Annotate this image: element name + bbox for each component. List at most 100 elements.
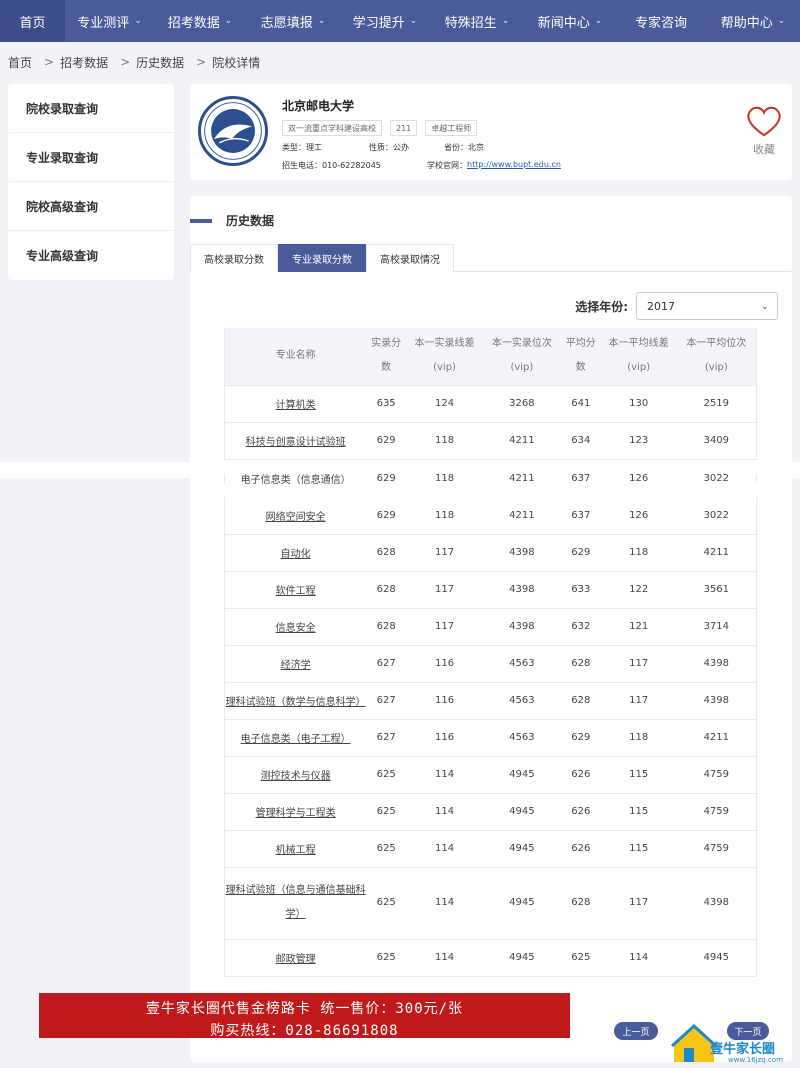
- prev-page-button[interactable]: 上一页: [614, 1022, 658, 1040]
- table-cell: 4211: [676, 719, 757, 757]
- major-name-link[interactable]: 理科试验班（数学与信息科学）: [224, 682, 367, 720]
- favorite-button[interactable]: 收藏: [744, 104, 784, 157]
- major-name-link[interactable]: 管理科学与工程类: [224, 793, 367, 831]
- table-cell: 629: [366, 497, 407, 535]
- table-cell: 117: [600, 867, 677, 940]
- tab[interactable]: 高校录取分数: [190, 244, 278, 272]
- major-name-link[interactable]: 自动化: [224, 534, 367, 572]
- table-row: 软件工程 628 117 4398 633 122 3561: [224, 571, 757, 609]
- table-cell: 629: [366, 422, 407, 460]
- table-cell: 634: [560, 422, 601, 460]
- table-cell: 626: [560, 756, 601, 794]
- ad-line-1: 壹牛家长圈代售金榜路卡 统一售价：300元/张: [145, 1001, 464, 1017]
- table-cell: 3714: [676, 608, 757, 646]
- table-cell: 4945: [482, 793, 561, 831]
- watermark-logo: 壹牛家长圈 www.16jzq.com: [670, 1020, 798, 1066]
- table-cell: 117: [406, 534, 483, 572]
- major-name-link[interactable]: 理科试验班（信息与通信基础科学）: [224, 867, 367, 940]
- nav-item[interactable]: 志愿填报 ⌄: [246, 0, 340, 42]
- table-row: 邮政管理 625 114 4945 625 114 4945: [224, 939, 757, 977]
- website-link[interactable]: http://www.bupt.edu.cn: [467, 160, 561, 171]
- sidebar-item[interactable]: 院校录取查询: [8, 84, 174, 133]
- table-cell: 628: [366, 534, 407, 572]
- table-cell: 627: [366, 719, 407, 757]
- table-cell: 4211: [482, 497, 561, 535]
- major-name-link[interactable]: 信息安全: [224, 608, 367, 646]
- nav-item[interactable]: 首页: [0, 0, 65, 42]
- nav-item[interactable]: 帮助中心 ⌄: [706, 0, 800, 42]
- table-cell: 114: [406, 830, 483, 868]
- column-header-line: 数: [381, 362, 392, 374]
- table-cell: 123: [600, 422, 677, 460]
- sidebar-item[interactable]: 院校高级查询: [8, 182, 174, 231]
- major-name-link[interactable]: 机械工程: [224, 830, 367, 868]
- major-name-link[interactable]: 软件工程: [224, 571, 367, 609]
- table-row: 计算机类 635 124 3268 641 130 2519: [224, 385, 757, 423]
- table-cell: 115: [600, 830, 677, 868]
- column-header-line: 专业名称: [275, 350, 316, 362]
- ad-banner[interactable]: 壹牛家长圈代售金榜路卡 统一售价：300元/张 购买热线：028-8669180…: [39, 993, 570, 1039]
- table-cell: 116: [406, 719, 483, 757]
- major-name-link[interactable]: 邮政管理: [224, 939, 367, 977]
- table-cell: 4398: [482, 608, 561, 646]
- table-cell: 4945: [482, 756, 561, 794]
- torn-table-row: 电子信息类（信息通信） 629 118 4211 637 126 3022: [224, 474, 757, 484]
- table-cell: 4945: [482, 867, 561, 940]
- major-name-link[interactable]: 电子信息类（电子工程）: [224, 719, 367, 757]
- nav-item-label: 帮助中心: [720, 15, 773, 31]
- chevron-down-icon: ⌄: [317, 16, 326, 26]
- year-select[interactable]: 2017 ⌄: [636, 292, 778, 320]
- column-header: 实录分数: [366, 328, 407, 386]
- major-name-link[interactable]: 测控技术与仪器: [224, 756, 367, 794]
- column-header: 平均分数: [560, 328, 601, 386]
- nav-item[interactable]: 新闻中心 ⌄: [524, 0, 616, 42]
- nav-item[interactable]: 招考数据 ⌄: [154, 0, 246, 42]
- nav-item[interactable]: 学习提升 ⌄: [340, 0, 430, 42]
- year-label: 选择年份:: [575, 299, 628, 314]
- table-row: 机械工程 625 114 4945 626 115 4759: [224, 830, 757, 868]
- table-cell: 4398: [482, 534, 561, 572]
- chevron-down-icon: ⌄: [134, 16, 142, 26]
- major-name-link[interactable]: 电子信息类（信息通信）: [224, 474, 367, 484]
- nav-item[interactable]: 特殊招生 ⌄: [430, 0, 524, 42]
- table-cell: 3409: [676, 422, 757, 460]
- watermark-text: 壹牛家长圈: [710, 1042, 776, 1057]
- top-nav: 首页 专业测评 ⌄ 招考数据 ⌄ 志愿填报 ⌄ 学习提升 ⌄ 特殊招生 ⌄ 新闻中心 ⌄ 专家咨询 帮助中心…: [0, 0, 800, 42]
- major-name-link[interactable]: 科技与创意设计试验班: [224, 422, 367, 460]
- column-header: 本一实录线差 (vip): [406, 328, 483, 386]
- column-header-line: 数: [575, 362, 586, 374]
- table-cell: 115: [600, 793, 677, 831]
- university-card: 北京邮电大学 双一流重点学科建设高校 211 卓越工程师 类型：理工 性质：公办…: [190, 84, 792, 180]
- table-cell: 130: [600, 385, 677, 423]
- sidebar-item[interactable]: 专业高级查询: [8, 231, 174, 280]
- nav-item[interactable]: 专家咨询: [616, 0, 706, 42]
- tab[interactable]: 专业录取分数: [278, 244, 366, 272]
- table-cell: 4563: [482, 682, 561, 720]
- breadcrumb-item[interactable]: 首页: [8, 54, 32, 71]
- table-cell: 126: [600, 497, 677, 535]
- major-name-link[interactable]: 网络空间安全: [224, 497, 367, 535]
- table-cell: 4563: [482, 645, 561, 683]
- table-row: 网络空间安全 629 118 4211 637 126 3022: [224, 497, 757, 535]
- breadcrumb-item[interactable]: 招考数据: [60, 54, 108, 71]
- major-name-link[interactable]: 计算机类: [224, 385, 367, 423]
- year-filter: 选择年份: 2017 ⌄: [575, 292, 778, 320]
- table-cell: 114: [600, 939, 677, 977]
- table-cell: 628: [366, 571, 407, 609]
- tab[interactable]: 高校录取情况: [366, 244, 454, 272]
- table-cell: 4759: [676, 793, 757, 831]
- major-name-link[interactable]: 经济学: [224, 645, 367, 683]
- sidebar-item[interactable]: 专业录取查询: [8, 133, 174, 182]
- table-cell: 4211: [482, 474, 561, 484]
- nav-item-label: 学习提升: [352, 15, 405, 31]
- table-cell: 114: [406, 756, 483, 794]
- column-header-line: 实录分: [371, 338, 402, 350]
- phone-label: 招生电话：010-62282045: [282, 161, 381, 170]
- year-value: 2017: [647, 299, 675, 313]
- province-label: 省份：北京: [444, 143, 484, 152]
- nav-item[interactable]: 专业测评 ⌄: [65, 0, 154, 42]
- breadcrumb-item[interactable]: 历史数据: [136, 54, 184, 71]
- table-cell: 3561: [676, 571, 757, 609]
- nature-label: 性质：公办: [369, 143, 409, 152]
- table-cell: 4563: [482, 719, 561, 757]
